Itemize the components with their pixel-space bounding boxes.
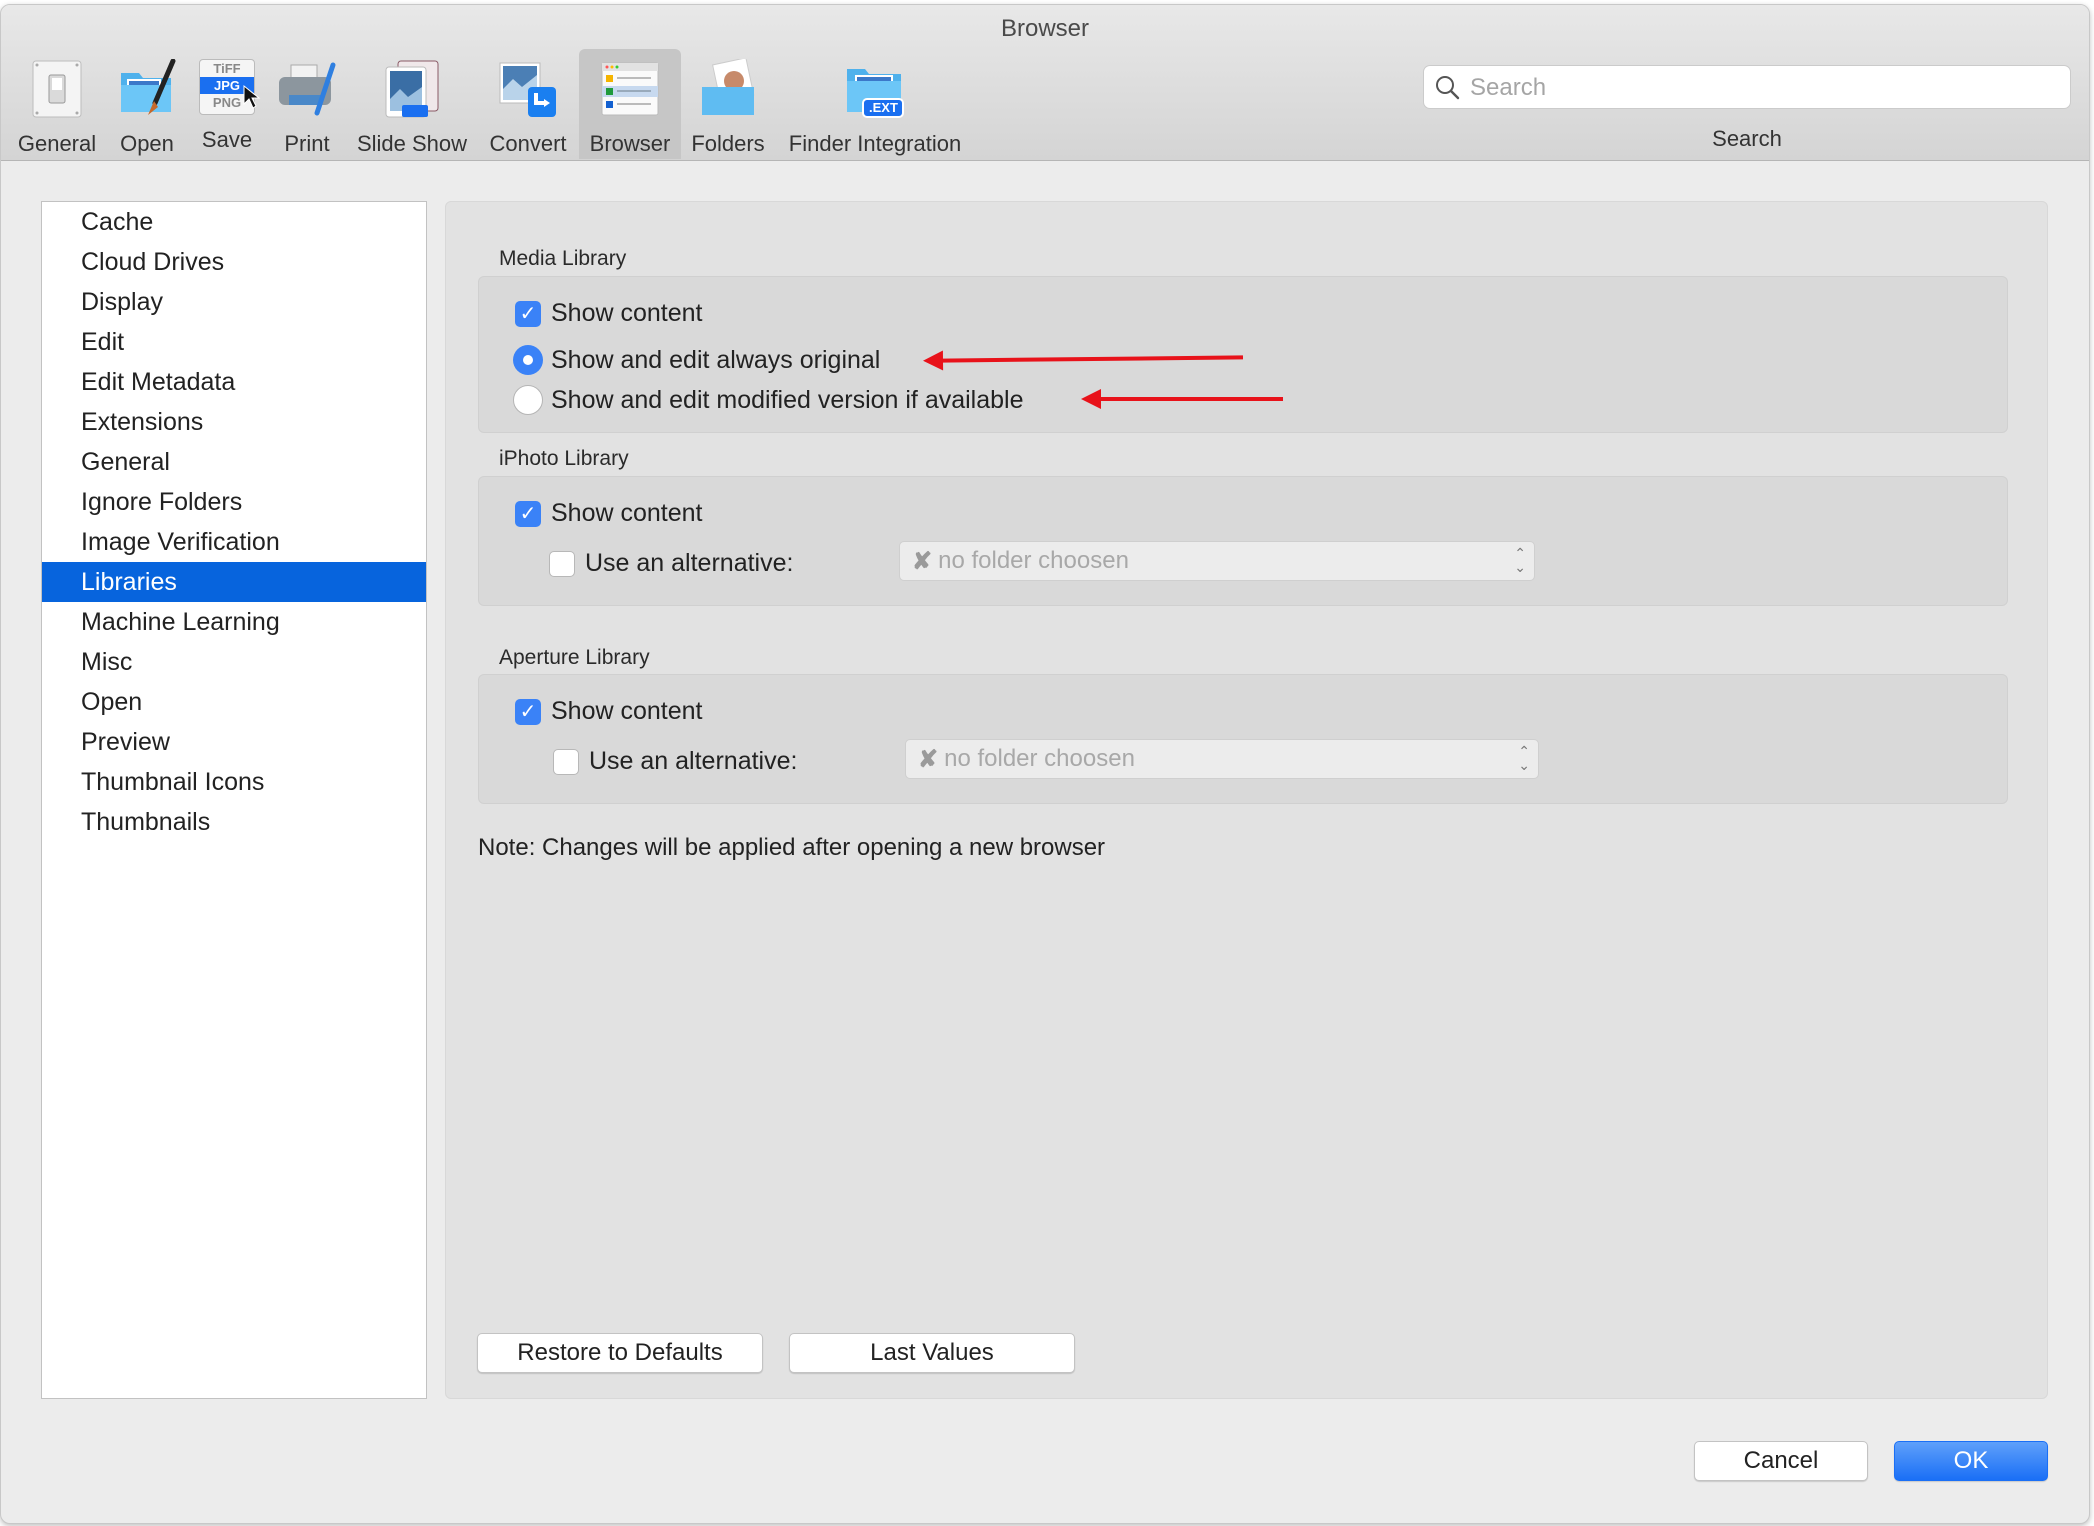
- toolbar-label: General: [17, 131, 97, 156]
- preferences-window: Browser General Open TiFF JPG PNG Save P…: [0, 4, 2090, 1524]
- checkbox-label: Use an alternative:: [589, 747, 798, 775]
- x-mark-icon: ✘: [912, 547, 933, 575]
- ext-badge-text: .EXT: [869, 100, 898, 115]
- sidebar-item-misc[interactable]: Misc: [42, 642, 426, 682]
- file-formats-icon: TiFF JPG PNG: [199, 59, 261, 115]
- note-text: Note: Changes will be applied after open…: [478, 834, 1106, 861]
- checkbox-label: Show content: [551, 499, 703, 527]
- convert-icon: [498, 59, 558, 119]
- window-title: Browser: [1000, 15, 1090, 42]
- toolbar-item-folders[interactable]: Folders: [685, 49, 771, 159]
- sidebar-item-cache[interactable]: Cache: [42, 202, 426, 242]
- toolbar-item-convert[interactable]: Convert: [483, 49, 573, 159]
- toolbar-item-finder-integration[interactable]: .EXT Finder Integration: [783, 49, 967, 159]
- libraries-panel: Media Library ✓ Show content Show and ed…: [445, 201, 2048, 1399]
- sidebar-item-open[interactable]: Open: [42, 682, 426, 722]
- radio-unselected-icon: [513, 385, 543, 415]
- folder-photo-icon: [698, 57, 758, 119]
- sidebar-item-edit[interactable]: Edit: [42, 322, 426, 362]
- checkbox-label: Use an alternative:: [585, 549, 794, 577]
- folder-brush-icon: [117, 58, 177, 119]
- toolbar-item-general[interactable]: General: [13, 49, 101, 159]
- annotation-arrow-1: [940, 355, 1244, 363]
- toolbar-label: Slide Show: [356, 131, 468, 156]
- search-label: Search: [1712, 126, 1782, 151]
- radio-modified-version[interactable]: Show and edit modified version if availa…: [513, 385, 1024, 415]
- mouse-cursor-icon: [243, 84, 261, 109]
- media-library-title: Media Library: [499, 247, 627, 270]
- toolbar-label: Save: [201, 127, 253, 152]
- checkbox-unchecked-icon: [549, 550, 575, 577]
- sidebar-item-machine-learning[interactable]: Machine Learning: [42, 602, 426, 642]
- sidebar-item-thumbnails[interactable]: Thumbnails: [42, 802, 426, 842]
- toolbar-item-open[interactable]: Open: [111, 49, 183, 159]
- last-values-button[interactable]: Last Values: [789, 1333, 1075, 1373]
- toolbar-label: Convert: [489, 131, 567, 156]
- checkbox-label: Show content: [551, 697, 703, 725]
- sidebar-item-extensions[interactable]: Extensions: [42, 402, 426, 442]
- aperture-show-content-checkbox[interactable]: ✓ Show content: [515, 697, 703, 726]
- radio-label: Show and edit modified version if availa…: [551, 385, 1024, 414]
- toolbar-label: Open: [120, 131, 174, 156]
- sidebar-item-cloud-drives[interactable]: Cloud Drives: [42, 242, 426, 282]
- checkbox-checked-icon: ✓: [515, 698, 541, 725]
- checkbox-label: Show content: [551, 299, 703, 327]
- radio-label: Show and edit always original: [551, 345, 881, 374]
- sidebar-item-image-verification[interactable]: Image Verification: [42, 522, 426, 562]
- restore-defaults-button[interactable]: Restore to Defaults: [477, 1333, 763, 1373]
- light-switch-icon: [27, 59, 87, 119]
- aperture-folder-popup[interactable]: ✘ no folder choosen ⌃ ⌄: [905, 739, 1539, 779]
- sidebar-item-preview[interactable]: Preview: [42, 722, 426, 762]
- aperture-library-title: Aperture Library: [499, 646, 650, 669]
- x-mark-icon: ✘: [918, 745, 939, 773]
- toolbar-label: Folders: [691, 131, 765, 156]
- iphoto-folder-popup[interactable]: ✘ no folder choosen ⌃ ⌄: [899, 541, 1535, 581]
- popup-value: no folder choosen: [938, 547, 1129, 574]
- slideshow-icon: [382, 59, 442, 119]
- iphoto-show-content-checkbox[interactable]: ✓ Show content: [515, 499, 703, 528]
- aperture-use-alternative-checkbox[interactable]: Use an alternative:: [553, 747, 797, 776]
- toolbar-label: Print: [284, 131, 330, 156]
- category-list: Cache Cloud Drives Display Edit Edit Met…: [41, 201, 427, 1399]
- search-input[interactable]: [1468, 66, 2062, 110]
- sidebar-item-libraries[interactable]: Libraries: [42, 562, 426, 602]
- radio-selected-icon: [513, 345, 543, 375]
- printer-icon: [277, 59, 337, 119]
- aperture-library-group: ✓ Show content Use an alternative: ✘ no …: [478, 674, 2008, 804]
- up-down-chevron-icon: ⌃ ⌄: [1518, 743, 1530, 773]
- toolbar: Browser General Open TiFF JPG PNG Save P…: [1, 5, 2089, 161]
- iphoto-library-group: ✓ Show content Use an alternative: ✘ no …: [478, 476, 2008, 606]
- folder-ext-icon: .EXT: [845, 59, 905, 119]
- ok-button[interactable]: OK: [1894, 1441, 2048, 1481]
- search-icon: [1436, 76, 1460, 100]
- sidebar-item-thumbnail-icons[interactable]: Thumbnail Icons: [42, 762, 426, 802]
- sidebar-item-display[interactable]: Display: [42, 282, 426, 322]
- toolbar-label: Browser: [589, 131, 671, 156]
- media-show-content-checkbox[interactable]: ✓ Show content: [515, 299, 703, 328]
- sidebar-item-ignore-folders[interactable]: Ignore Folders: [42, 482, 426, 522]
- sidebar-item-edit-metadata[interactable]: Edit Metadata: [42, 362, 426, 402]
- toolbar-item-browser[interactable]: Browser: [579, 49, 681, 159]
- annotation-arrow-2: [1081, 389, 1283, 409]
- sidebar-item-general[interactable]: General: [42, 442, 426, 482]
- toolbar-label: Finder Integration: [788, 131, 962, 156]
- checkbox-unchecked-icon: [553, 748, 579, 775]
- iphoto-use-alternative-checkbox[interactable]: Use an alternative:: [549, 549, 793, 578]
- browser-window-icon: [600, 59, 660, 119]
- toolbar-item-save[interactable]: TiFF JPG PNG Save: [191, 49, 263, 159]
- toolbar-item-print[interactable]: Print: [271, 49, 343, 159]
- checkbox-checked-icon: ✓: [515, 300, 541, 327]
- iphoto-library-title: iPhoto Library: [499, 447, 629, 470]
- media-library-group: ✓ Show content Show and edit always orig…: [478, 276, 2008, 433]
- up-down-chevron-icon: ⌃ ⌄: [1514, 545, 1526, 575]
- radio-always-original[interactable]: Show and edit always original: [513, 345, 880, 375]
- cancel-button[interactable]: Cancel: [1694, 1441, 1868, 1481]
- toolbar-item-slide-show[interactable]: Slide Show: [351, 49, 473, 159]
- search-field[interactable]: [1423, 65, 2071, 110]
- tiff-text: TiFF: [213, 61, 241, 76]
- popup-value: no folder choosen: [944, 745, 1135, 772]
- checkbox-checked-icon: ✓: [515, 500, 541, 527]
